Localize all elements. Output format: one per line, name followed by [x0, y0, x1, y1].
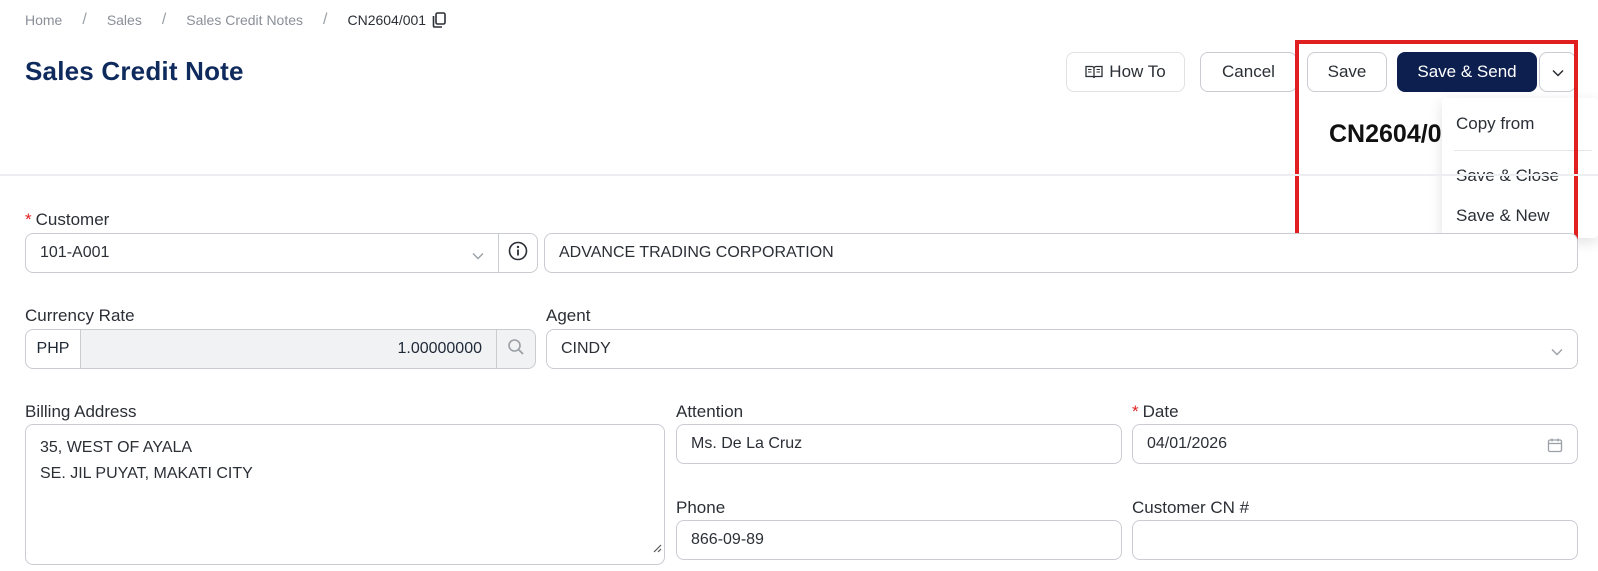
save-and-send-button[interactable]: Save & Send — [1397, 52, 1537, 92]
page-title: Sales Credit Note — [25, 56, 244, 86]
agent-select[interactable]: CINDY — [546, 329, 1578, 369]
breadcrumb: Home / Sales / Sales Credit Notes / CN26… — [25, 10, 446, 30]
date-field[interactable]: 04/01/2026 — [1132, 424, 1578, 464]
chevron-down-icon — [1551, 343, 1563, 361]
phone-label: Phone — [676, 498, 726, 517]
billing-address-textarea[interactable]: 35, WEST OF AYALA SE. JIL PUYAT, MAKATI … — [25, 424, 665, 565]
attention-field[interactable]: Ms. De La Cruz — [676, 424, 1122, 464]
customer-cn-field[interactable] — [1132, 520, 1578, 560]
search-icon — [507, 338, 525, 361]
save-button[interactable]: Save — [1307, 52, 1387, 92]
date-value: 04/01/2026 — [1147, 435, 1228, 452]
menu-item-save-new[interactable]: Save & New — [1456, 206, 1550, 226]
breadcrumb-current: CN2604/001 — [347, 12, 427, 28]
billing-address-line1: 35, WEST OF AYALA — [40, 439, 193, 456]
attention-value: Ms. De La Cruz — [691, 435, 803, 452]
info-icon — [508, 241, 528, 266]
more-actions-menu: Copy from Save & Close Save & New — [1442, 98, 1598, 238]
menu-item-save-close[interactable]: Save & Close — [1456, 166, 1559, 186]
phone-field[interactable]: 866-09-89 — [676, 520, 1122, 560]
required-marker: * — [25, 210, 32, 229]
breadcrumb-credit-notes[interactable]: Sales Credit Notes — [186, 12, 303, 28]
customer-code-select[interactable]: 101-A001 — [25, 233, 499, 273]
menu-divider — [1454, 150, 1592, 151]
copy-icon[interactable] — [432, 12, 446, 28]
how-to-label: How To — [1109, 62, 1166, 81]
calendar-icon[interactable] — [1547, 437, 1563, 458]
menu-item-copy-from[interactable]: Copy from — [1456, 114, 1534, 134]
how-to-button[interactable]: How To — [1066, 52, 1185, 92]
customer-label: * Customer — [25, 210, 110, 229]
currency-rate-field[interactable]: 1.00000000 — [80, 329, 497, 369]
currency-search-button[interactable] — [496, 329, 536, 369]
currency-rate-label: Currency Rate — [25, 306, 135, 325]
breadcrumb-separator: / — [161, 11, 167, 28]
date-label: * Date — [1132, 402, 1179, 421]
resize-handle-icon[interactable] — [652, 536, 662, 562]
header-divider — [0, 174, 1598, 176]
breadcrumb-separator: / — [82, 11, 87, 28]
chevron-down-icon — [472, 247, 484, 265]
billing-address-line2: SE. JIL PUYAT, MAKATI CITY — [40, 465, 253, 482]
billing-address-label: Billing Address — [25, 402, 137, 421]
customer-info-button[interactable] — [498, 233, 538, 273]
breadcrumb-separator: / — [323, 11, 328, 28]
currency-code: PHP — [25, 329, 81, 369]
breadcrumb-sales[interactable]: Sales — [107, 12, 142, 28]
agent-value: CINDY — [561, 340, 611, 357]
breadcrumb-home[interactable]: Home — [25, 12, 62, 28]
document-number: CN2604/0 — [1329, 120, 1442, 148]
cancel-button[interactable]: Cancel — [1200, 52, 1297, 92]
customer-cn-label: Customer CN # — [1132, 498, 1250, 517]
customer-code-value: 101-A001 — [40, 244, 110, 261]
agent-label: Agent — [546, 306, 591, 325]
customer-name-field[interactable]: ADVANCE TRADING CORPORATION — [544, 233, 1578, 273]
more-actions-button[interactable] — [1539, 52, 1576, 92]
customer-name-value: ADVANCE TRADING CORPORATION — [559, 244, 834, 261]
attention-label: Attention — [676, 402, 744, 421]
phone-value: 866-09-89 — [691, 531, 764, 548]
book-icon — [1085, 65, 1103, 79]
chevron-down-icon — [1551, 62, 1564, 82]
required-marker: * — [1132, 402, 1139, 421]
